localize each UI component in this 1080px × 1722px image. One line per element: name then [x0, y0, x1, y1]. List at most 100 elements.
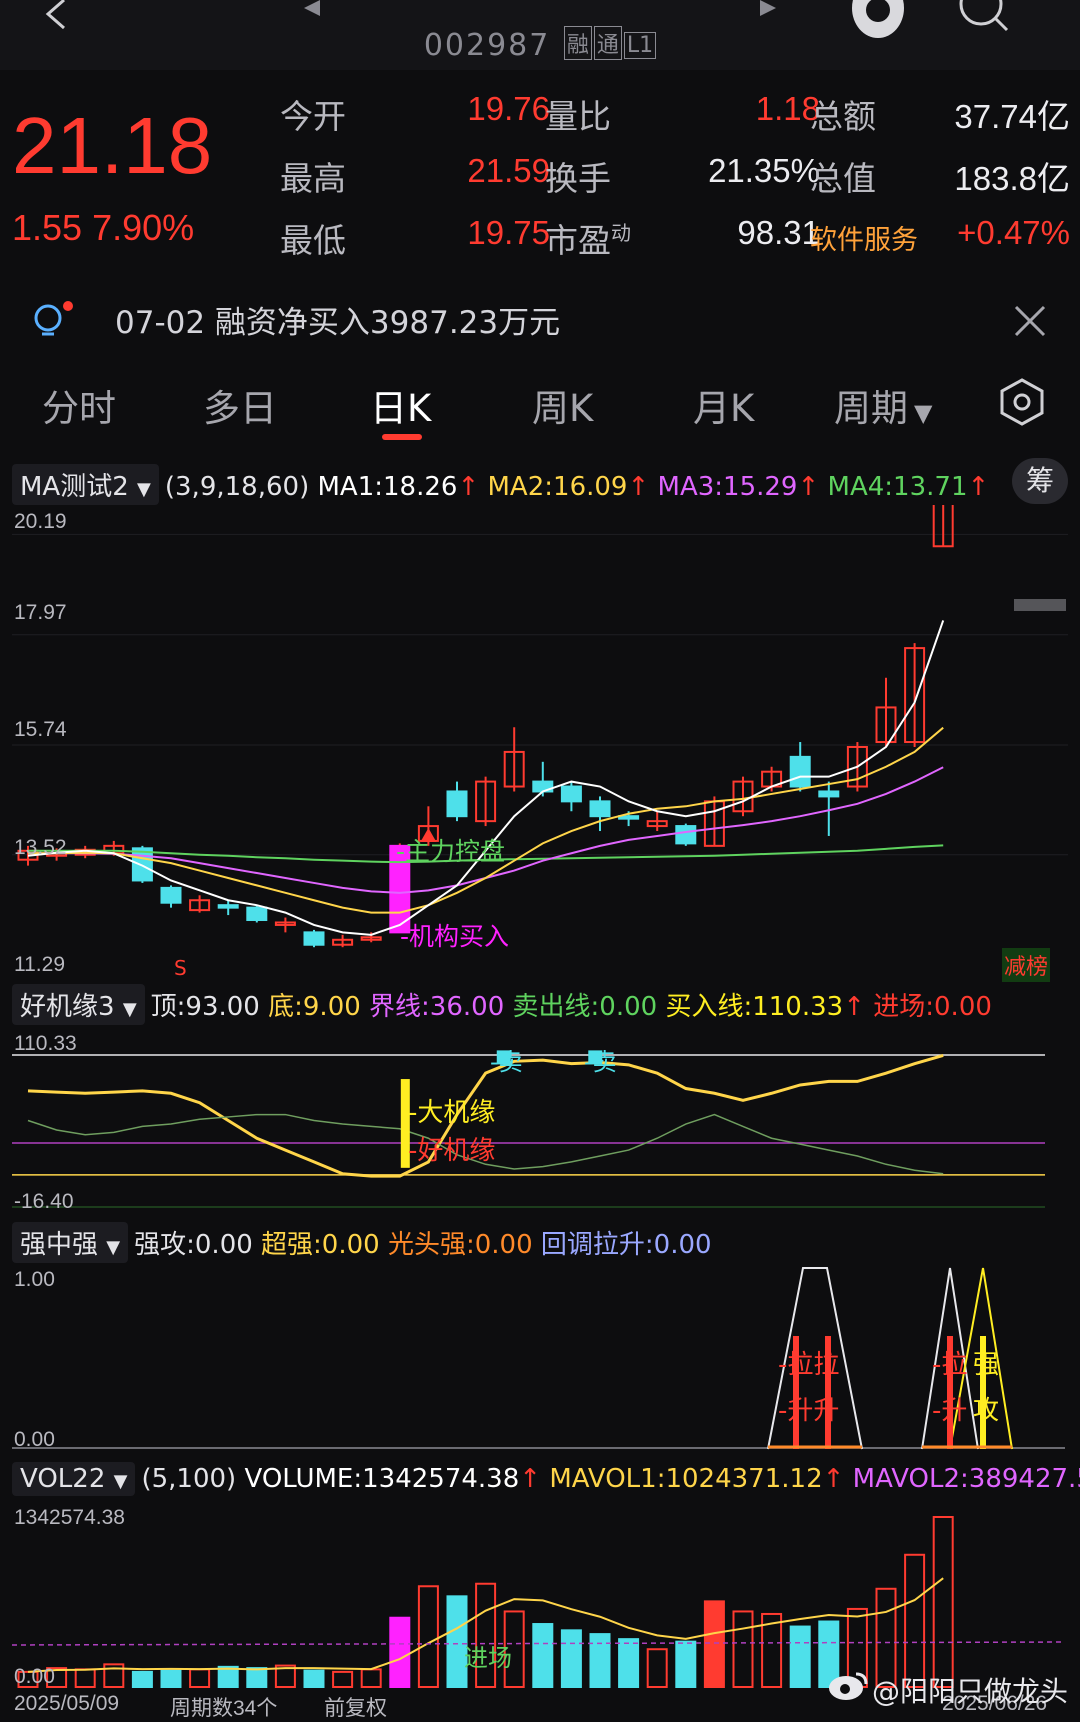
- tag-l1: L1: [623, 32, 657, 59]
- hexagon-settings-icon[interactable]: [998, 378, 1046, 426]
- sell-mark: -卖: [490, 1048, 523, 1076]
- tag-tong: 通: [593, 26, 622, 60]
- volume-bar: [589, 1633, 611, 1689]
- strength-indicator-dropdown[interactable]: 强中强 ▼: [12, 1222, 129, 1263]
- y-label: 15.74: [14, 718, 67, 741]
- sheng-mark: -升: [932, 1396, 968, 1426]
- tab-rik[interactable]: 日K: [370, 378, 431, 432]
- volume-bar: [74, 1668, 96, 1689]
- up-arrow-icon: ↑: [843, 992, 865, 1022]
- tag-rong: 融: [563, 26, 592, 60]
- up-arrow-icon: ↑: [822, 1464, 845, 1494]
- huitiao-value: 回调拉升:0.00: [540, 1230, 712, 1260]
- volume-bar: [360, 1668, 382, 1689]
- volume-bar: [217, 1665, 239, 1688]
- strength-chart[interactable]: [0, 1266, 1080, 1456]
- strength-indicator-name: 强中强: [20, 1230, 99, 1260]
- osc-boundary: 界线:36.00: [369, 992, 505, 1022]
- chart-bg: [0, 505, 1080, 975]
- stat-label: 总额: [810, 97, 876, 136]
- stat-value: 98.31: [737, 214, 820, 251]
- start-date: 2025/05/09: [14, 1692, 120, 1715]
- adjust-mode[interactable]: 前复权: [324, 1692, 387, 1722]
- tab-fenshi[interactable]: 分时: [42, 378, 116, 432]
- volume-indicator-dropdown[interactable]: VOL22 ▼: [12, 1462, 136, 1496]
- chip-distribution-button[interactable]: 筹: [1012, 458, 1068, 504]
- daji-mark: -大机缘: [408, 1098, 496, 1128]
- y-label: 20.19: [14, 510, 67, 533]
- volume-bar: [189, 1668, 211, 1689]
- volume-bar: [703, 1600, 725, 1688]
- sell-signal-mark: S: [174, 956, 187, 980]
- notice-text: 07-02 融资净买入3987.23万元: [115, 305, 561, 341]
- ma-indicator-dropdown[interactable]: MA测试2 ▼: [12, 464, 159, 505]
- price-tag-marker: [1014, 599, 1066, 611]
- ma4-value: MA4:13.71: [827, 472, 968, 502]
- volume-bar: [560, 1629, 582, 1689]
- volume-bar: [332, 1670, 354, 1688]
- volume-value: VOLUME:1342574.38: [244, 1464, 520, 1494]
- volume-bar: [246, 1667, 268, 1689]
- volume-indicator-name: VOL22: [20, 1464, 106, 1494]
- change-value: 1.55: [12, 207, 83, 248]
- y-label: 17.97: [14, 601, 67, 624]
- volume-y-bottom: 0.00: [14, 1665, 55, 1688]
- candle-body: [246, 906, 268, 922]
- candle-body: [131, 847, 153, 882]
- stat-label-text: 市盈: [545, 221, 611, 260]
- tab-zhouqi[interactable]: 周期 ▼: [834, 378, 932, 432]
- mavol1-value: MAVOL1:1024371.12: [549, 1464, 823, 1494]
- candle-body: [789, 755, 811, 788]
- osc-bottom: 底:9.00: [268, 992, 361, 1022]
- volume-y-top: 1342574.38: [14, 1506, 125, 1529]
- triangle-right-icon[interactable]: [756, 0, 780, 20]
- volume-header: VOL22 ▼ (5,100) VOLUME:1342574.38↑ MAVOL1…: [12, 1462, 1080, 1502]
- up-arrow-icon: ↑: [519, 1464, 542, 1494]
- osc-y-bottom: -16.40: [14, 1190, 74, 1213]
- stock-code: 002987 融通 L1: [0, 26, 1080, 63]
- price-change: 1.55 7.90%: [12, 207, 194, 249]
- up-arrow-icon: ↑: [627, 472, 650, 502]
- triangle-left-icon[interactable]: [300, 0, 324, 20]
- osc-indicator-dropdown[interactable]: 好机缘3 ▼: [12, 984, 145, 1025]
- la-mark: -拉: [932, 1350, 968, 1380]
- tab-duori[interactable]: 多日: [203, 378, 277, 432]
- stock-code-text: 002987: [423, 28, 551, 63]
- period-count: 周期数34个: [170, 1697, 278, 1720]
- sector-label[interactable]: 软件服务: [810, 218, 918, 257]
- candlestick-chart[interactable]: [0, 505, 1080, 975]
- caret-down-icon: ▼: [137, 479, 151, 500]
- jianbang-badge[interactable]: 减榜: [1002, 948, 1051, 982]
- y-label: 13.52: [14, 836, 67, 859]
- tab-zhouqi-label: 周期: [834, 387, 908, 430]
- candle-body: [446, 790, 468, 818]
- volume-bar: [732, 1610, 754, 1688]
- haoji-mark: -好机缘: [408, 1136, 496, 1166]
- entry-mark: 进场: [464, 1644, 512, 1672]
- oscillator-chart[interactable]: [0, 1030, 1080, 1215]
- volume-chart[interactable]: [0, 1505, 1080, 1690]
- notice-bar[interactable]: 07-02 融资净买入3987.23万元: [0, 275, 1080, 365]
- candle-body: [560, 785, 582, 803]
- stat-label: 市盈动: [545, 214, 631, 262]
- last-price: 21.18: [12, 101, 213, 190]
- up-arrow-icon: ↑: [457, 472, 480, 502]
- stat-label: 总值: [810, 159, 876, 198]
- osc-y-top: 110.33: [14, 1032, 77, 1055]
- osc-top: 顶:93.00: [150, 992, 260, 1022]
- volume-bar: [618, 1638, 640, 1688]
- volume-bar: [417, 1585, 439, 1688]
- candle-body: [589, 800, 611, 818]
- qiang-mark: 强: [973, 1350, 1000, 1380]
- osc-header: 好机缘3 ▼ 顶:93.00 底:9.00 界线:36.00 卖出线:0.00 买…: [12, 984, 1080, 1025]
- volume-bar: [131, 1670, 153, 1688]
- close-icon[interactable]: [1012, 303, 1048, 339]
- up-arrow-icon: ↑: [797, 472, 820, 502]
- caret-down-icon: ▼: [113, 1471, 128, 1492]
- tab-yuek[interactable]: 月K: [693, 378, 754, 432]
- tab-zhouk[interactable]: 周K: [532, 378, 593, 432]
- qianggong-value: 强攻:0.00: [134, 1230, 253, 1260]
- candle-body: [160, 886, 182, 904]
- candle-body: [675, 825, 697, 845]
- candle-body: [303, 931, 325, 946]
